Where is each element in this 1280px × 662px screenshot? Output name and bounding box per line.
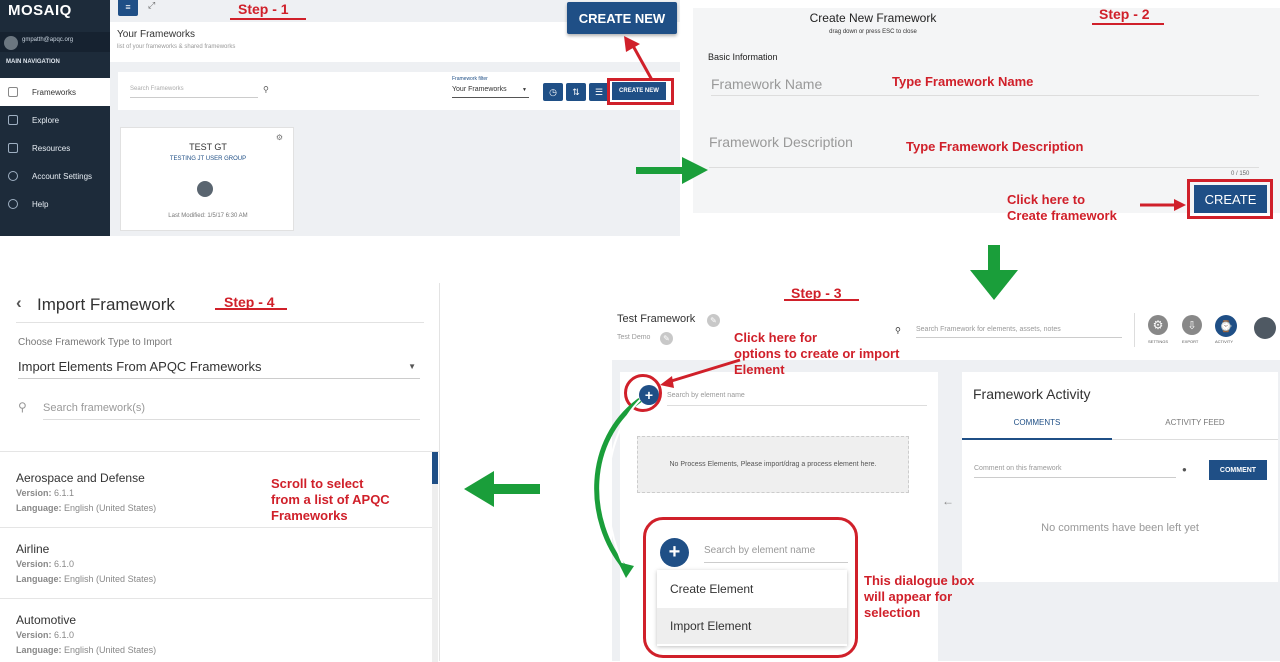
arrows-overlay xyxy=(464,36,1186,578)
green-curved-arrow xyxy=(594,397,642,578)
green-arrow-right xyxy=(636,157,708,184)
green-arrow-left xyxy=(464,471,540,507)
green-arrow-down xyxy=(970,245,1018,300)
red-arrow-step1 xyxy=(624,36,654,81)
red-arrow-step2 xyxy=(1140,199,1186,211)
red-arrow-step3 xyxy=(660,358,741,388)
